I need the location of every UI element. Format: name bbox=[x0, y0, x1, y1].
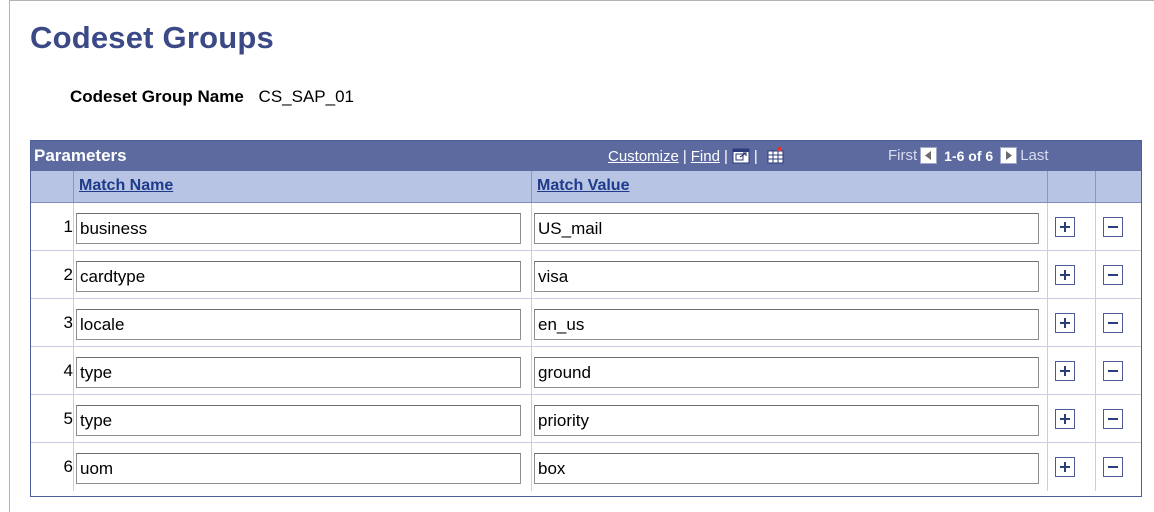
match-value-sort-link[interactable]: Match Value bbox=[537, 177, 629, 195]
add-row-icon bbox=[1059, 365, 1071, 377]
delete-row-icon bbox=[1107, 461, 1119, 473]
table-row: 4 bbox=[31, 347, 1141, 395]
col-add bbox=[1047, 171, 1095, 202]
table-row: 6 bbox=[31, 443, 1141, 491]
match-value-input[interactable] bbox=[534, 357, 1039, 388]
parameters-grid: Parameters Customize | Find | | First 1-… bbox=[30, 140, 1142, 497]
add-row-icon bbox=[1059, 461, 1071, 473]
pager: First 1-6 of 6 Last bbox=[888, 147, 1049, 164]
add-row-icon bbox=[1059, 269, 1071, 281]
tool-separator: | bbox=[753, 147, 758, 165]
column-header-row: Match Name Match Value bbox=[31, 171, 1141, 203]
delete-row-icon bbox=[1107, 221, 1119, 233]
delete-row-button[interactable] bbox=[1103, 313, 1123, 333]
match-name-input[interactable] bbox=[76, 309, 521, 340]
tool-separator: | bbox=[723, 147, 728, 165]
row-number: 6 bbox=[63, 457, 73, 476]
add-row-icon bbox=[1059, 221, 1071, 233]
delete-row-icon bbox=[1107, 413, 1119, 425]
delete-row-icon bbox=[1107, 269, 1119, 281]
delete-row-icon bbox=[1107, 365, 1119, 377]
row-number: 5 bbox=[63, 409, 73, 428]
match-value-input[interactable] bbox=[534, 309, 1039, 340]
col-delete bbox=[1095, 171, 1142, 202]
match-value-input[interactable] bbox=[534, 453, 1039, 484]
match-name-input[interactable] bbox=[76, 453, 521, 484]
table-row: 2 bbox=[31, 251, 1141, 299]
match-value-input[interactable] bbox=[534, 405, 1039, 436]
row-number: 1 bbox=[63, 217, 73, 236]
codeset-group-row: Codeset Group Name CS_SAP_01 bbox=[70, 87, 354, 107]
table-row: 1 bbox=[31, 203, 1141, 251]
delete-row-button[interactable] bbox=[1103, 409, 1123, 429]
col-match-name: Match Name bbox=[73, 171, 531, 202]
add-row-icon bbox=[1059, 317, 1071, 329]
grid-header: Parameters Customize | Find | | First 1-… bbox=[31, 141, 1141, 171]
codeset-group-name-value: CS_SAP_01 bbox=[258, 87, 354, 106]
first-label: First bbox=[888, 147, 918, 164]
match-name-sort-link[interactable]: Match Name bbox=[79, 177, 173, 195]
match-name-input[interactable] bbox=[76, 213, 521, 244]
previous-arrow-icon[interactable] bbox=[920, 147, 938, 164]
add-row-button[interactable] bbox=[1055, 217, 1075, 237]
table-row: 5 bbox=[31, 395, 1141, 443]
page-title: Codeset Groups bbox=[30, 20, 274, 55]
match-name-input[interactable] bbox=[76, 405, 521, 436]
add-row-button[interactable] bbox=[1055, 265, 1075, 285]
delete-row-button[interactable] bbox=[1103, 265, 1123, 285]
match-name-input[interactable] bbox=[76, 261, 521, 292]
grid-title: Parameters bbox=[34, 146, 127, 165]
grid-tools: Customize | Find | | bbox=[608, 147, 786, 165]
table-row: 3 bbox=[31, 299, 1141, 347]
add-row-button[interactable] bbox=[1055, 409, 1075, 429]
add-row-button[interactable] bbox=[1055, 457, 1075, 477]
next-arrow-icon[interactable] bbox=[1000, 147, 1018, 164]
add-row-button[interactable] bbox=[1055, 361, 1075, 381]
codeset-group-name-label: Codeset Group Name bbox=[70, 87, 244, 106]
add-row-icon bbox=[1059, 413, 1071, 425]
grid-rows: 1 2 3 bbox=[31, 203, 1141, 491]
find-link[interactable]: Find bbox=[691, 148, 720, 165]
last-label: Last bbox=[1020, 147, 1049, 164]
delete-row-button[interactable] bbox=[1103, 457, 1123, 477]
delete-row-button[interactable] bbox=[1103, 217, 1123, 237]
tool-separator: | bbox=[682, 147, 687, 165]
customize-link[interactable]: Customize bbox=[608, 148, 679, 165]
row-number: 3 bbox=[63, 313, 73, 332]
download-grid-icon[interactable] bbox=[766, 147, 786, 165]
match-value-input[interactable] bbox=[534, 261, 1039, 292]
col-match-value: Match Value bbox=[531, 171, 1047, 202]
row-number: 2 bbox=[63, 265, 73, 284]
add-row-button[interactable] bbox=[1055, 313, 1075, 333]
view-all-icon[interactable] bbox=[732, 148, 750, 164]
match-value-input[interactable] bbox=[534, 213, 1039, 244]
match-name-input[interactable] bbox=[76, 357, 521, 388]
row-count: 1-6 of 6 bbox=[944, 147, 994, 164]
delete-row-icon bbox=[1107, 317, 1119, 329]
row-number: 4 bbox=[63, 361, 73, 380]
delete-row-button[interactable] bbox=[1103, 361, 1123, 381]
